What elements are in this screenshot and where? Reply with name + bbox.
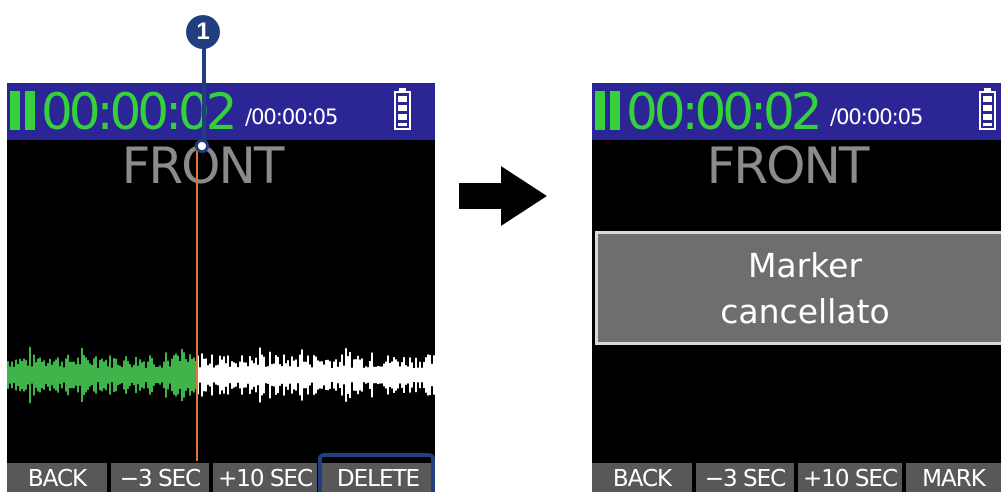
status-bar: 00:00:02 /00:00:05	[7, 83, 435, 140]
right-screen: 00:00:02 /00:00:05 FRONT Marker cancella…	[592, 83, 1001, 492]
rewind-3-sec-softkey[interactable]: −3 SEC	[111, 463, 209, 492]
forward-10-sec-softkey[interactable]: +10 SEC	[213, 463, 317, 492]
callout-number-badge: 1	[186, 15, 220, 49]
back-softkey[interactable]: BACK	[7, 463, 107, 492]
marker-deleted-popup: Marker cancellato	[595, 231, 1001, 345]
pause-icon-bar-left	[10, 91, 20, 130]
pause-icon-bar-right	[610, 91, 620, 130]
battery-icon	[979, 88, 996, 130]
battery-icon	[394, 88, 411, 130]
popup-message-line-2: cancellato	[720, 292, 890, 331]
popup-message-line-1: Marker	[747, 246, 863, 285]
delete-highlight-frame	[318, 453, 435, 492]
waveform	[7, 346, 435, 404]
total-time: /00:00:05	[830, 105, 923, 129]
rewind-3-sec-softkey[interactable]: −3 SEC	[696, 463, 794, 492]
forward-10-sec-softkey[interactable]: +10 SEC	[798, 463, 902, 492]
status-bar: 00:00:02 /00:00:05	[592, 83, 1001, 140]
pause-icon-bar-left	[595, 91, 605, 130]
softkey-bar: BACK −3 SEC +10 SEC MARK	[592, 463, 1001, 492]
total-time: /00:00:05	[245, 105, 338, 129]
playhead[interactable]	[196, 143, 198, 461]
channel-label: FRONT	[706, 137, 870, 195]
pause-icon-bar-right	[25, 91, 35, 130]
left-screen: 00:00:02 /00:00:05 FRONT BACK −3 SEC +10…	[7, 83, 435, 492]
callout-pointer-dot	[195, 139, 209, 153]
elapsed-time: 00:00:02	[626, 83, 823, 141]
back-softkey[interactable]: BACK	[592, 463, 692, 492]
right-arrow-icon	[459, 166, 547, 231]
mark-softkey[interactable]: MARK	[906, 463, 1001, 492]
